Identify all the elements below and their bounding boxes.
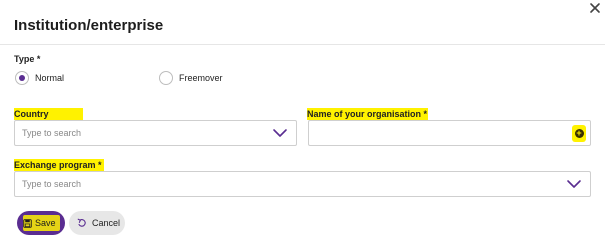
organisation-label: Name of your organisation * [307, 108, 429, 120]
chevron-down-icon[interactable] [272, 128, 288, 138]
exchange-program-label: Exchange program * [14, 159, 104, 171]
chevron-down-icon[interactable] [566, 179, 582, 189]
exchange-program-select[interactable]: Type to search [14, 171, 591, 197]
cancel-label: Cancel [92, 218, 121, 228]
undo-icon [77, 218, 86, 227]
radio-circle-selected [15, 71, 29, 85]
radio-circle [159, 71, 173, 85]
save-label: Save [35, 218, 56, 228]
country-select[interactable]: Type to search [14, 120, 297, 146]
save-button[interactable]: Save [17, 211, 65, 235]
country-label: Country [14, 108, 83, 120]
radio-freemover[interactable]: Freemover [159, 70, 223, 86]
radio-dot [19, 75, 25, 81]
add-circle-icon: + [574, 128, 584, 138]
organisation-input[interactable]: + [308, 120, 591, 146]
country-placeholder: Type to search [22, 128, 82, 138]
close-icon[interactable] [587, 0, 603, 16]
dialog-title: Institution/enterprise [14, 17, 164, 34]
cancel-button[interactable]: Cancel [69, 211, 125, 235]
save-icon [23, 218, 32, 228]
exchange-program-placeholder: Type to search [22, 179, 82, 189]
add-organisation-button[interactable]: + [572, 125, 586, 142]
dialog-header: Institution/enterprise [0, 0, 605, 45]
type-label: Type * [14, 54, 41, 64]
radio-freemover-label: Freemover [179, 73, 223, 83]
radio-normal[interactable]: Normal [15, 70, 64, 86]
radio-normal-label: Normal [35, 73, 65, 83]
save-content: Save [23, 218, 56, 228]
